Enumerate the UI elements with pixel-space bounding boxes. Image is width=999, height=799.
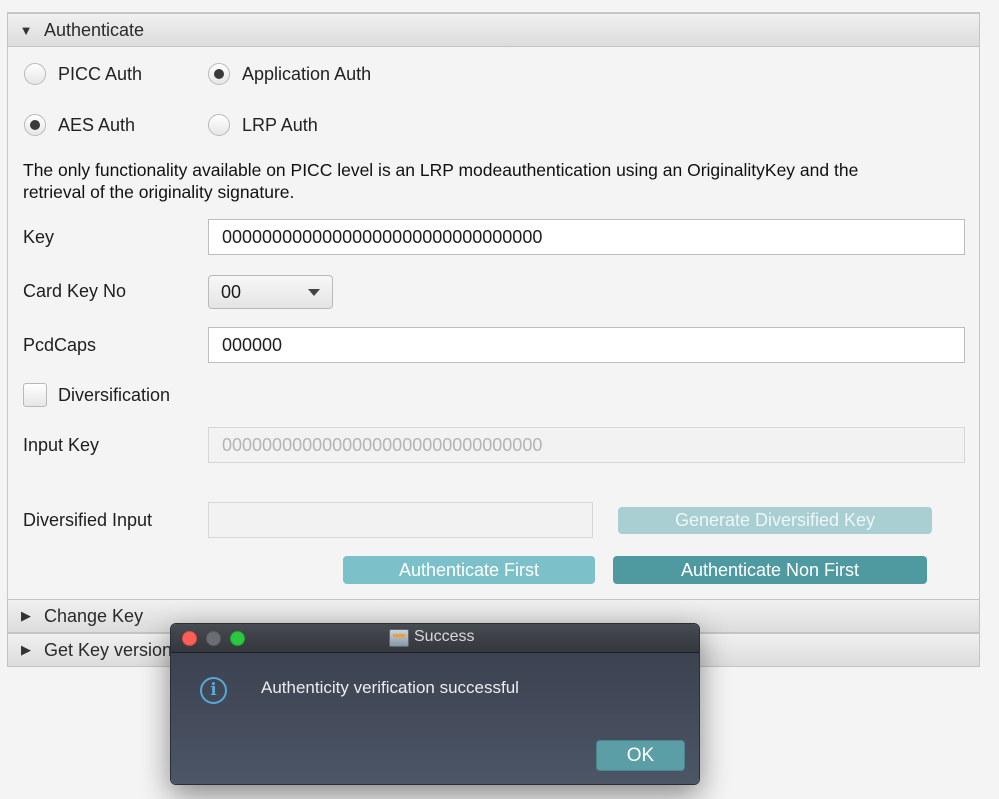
minimize-window-icon[interactable] [206, 631, 221, 646]
input-key-input[interactable] [208, 427, 965, 463]
collapsed-triangle-icon: ▶ [21, 608, 31, 623]
input-key-label: Input Key [23, 435, 100, 455]
maximize-window-icon[interactable] [230, 631, 245, 646]
success-dialog: Success i Authenticity verification succ… [170, 623, 700, 785]
card-key-no-select[interactable]: 00 [208, 275, 333, 309]
radio-label: LRP Auth [242, 114, 318, 135]
radio-label: Application Auth [242, 63, 372, 84]
pcdcaps-label: PcdCaps [23, 335, 97, 355]
diversified-input-field[interactable] [208, 502, 593, 538]
radio-aes-auth[interactable]: AES Auth [24, 114, 135, 136]
select-value: 00 [221, 281, 242, 302]
key-label: Key [23, 227, 55, 247]
dialog-message: Authenticity verification successful [261, 678, 519, 697]
description-line-2: retrieval of the originality signature. [23, 182, 295, 202]
radio-lrp-auth[interactable]: LRP Auth [208, 114, 318, 136]
radio-application-auth[interactable]: Application Auth [208, 63, 371, 85]
close-window-icon[interactable] [182, 631, 197, 646]
card-key-no-label: Card Key No [23, 281, 127, 301]
chevron-down-icon [308, 288, 320, 296]
ok-button[interactable]: OK [596, 740, 685, 771]
app-logo-icon [389, 629, 409, 647]
expanded-triangle-icon: ▼ [19, 22, 33, 38]
diversification-checkbox[interactable] [23, 383, 47, 407]
radio-picc-auth[interactable]: PICC Auth [24, 63, 142, 85]
pcdcaps-input[interactable] [208, 327, 965, 363]
section-header-authenticate[interactable]: ▼ Authenticate [7, 13, 980, 47]
diversified-input-label: Diversified Input [23, 510, 153, 530]
collapsed-triangle-icon: ▶ [21, 642, 31, 657]
radio-label: AES Auth [58, 114, 136, 135]
section-title: Get Key version [44, 639, 173, 660]
dialog-title-bar[interactable]: Success [171, 624, 699, 653]
dialog-body: i Authenticity verification successful O… [171, 653, 699, 784]
info-icon: i [200, 677, 227, 704]
authenticate-first-button[interactable]: Authenticate First [343, 556, 595, 584]
diversification-label: Diversification [58, 385, 171, 405]
radio-button[interactable] [24, 63, 46, 85]
radio-button[interactable] [208, 114, 230, 136]
radio-selected-dot [214, 69, 224, 79]
radio-button[interactable] [24, 114, 46, 136]
description-line-1: The only functionality available on PICC… [23, 160, 859, 180]
radio-button[interactable] [208, 63, 230, 85]
authenticate-non-first-button[interactable]: Authenticate Non First [613, 556, 927, 584]
section-title: Authenticate [44, 19, 145, 40]
section-title: Change Key [44, 605, 144, 626]
key-input[interactable] [208, 219, 965, 255]
radio-label: PICC Auth [58, 63, 143, 84]
generate-diversified-key-button[interactable]: Generate Diversified Key [618, 507, 932, 534]
dialog-title: Success [414, 628, 475, 645]
radio-selected-dot [30, 120, 40, 130]
